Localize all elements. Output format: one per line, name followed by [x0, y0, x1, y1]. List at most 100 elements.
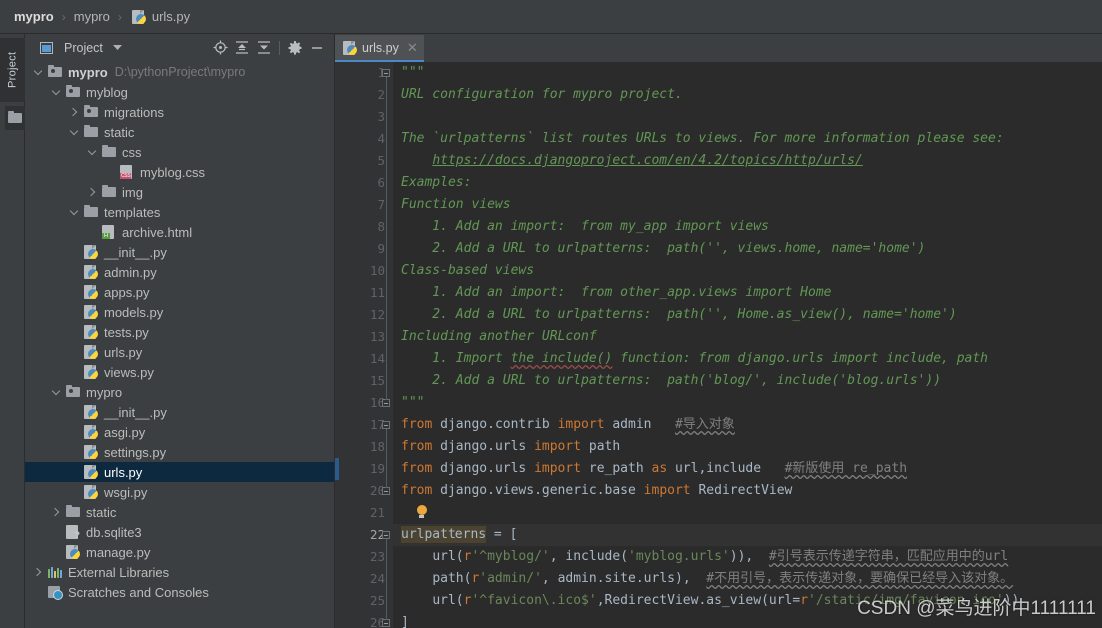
tree-item-views-py[interactable]: views.py — [25, 362, 334, 382]
editor-gutter[interactable]: 1234567891011121314151617181920212223242… — [335, 62, 393, 628]
code-line-15[interactable]: 2. Add a URL to urlpatterns: path('blog/… — [393, 370, 1102, 392]
hide-panel-icon[interactable] — [306, 37, 328, 59]
tree-toggle-down-icon[interactable] — [51, 87, 62, 98]
tree-item-myblog-css[interactable]: myblog.css — [25, 162, 334, 182]
tab-urls-py[interactable]: urls.py ✕ — [335, 35, 424, 62]
tree-item-manage-py[interactable]: manage.py — [25, 542, 334, 562]
code-line-16[interactable]: """ — [393, 392, 1102, 414]
code-line-20[interactable]: from django.views.generic.base import Re… — [393, 480, 1102, 502]
tree-item-label: archive.html — [122, 224, 193, 240]
tree-item-label: static — [104, 124, 135, 140]
tree-item-scratches-and-consoles[interactable]: Scratches and Consoles — [25, 582, 334, 602]
tree-item-wsgi-py[interactable]: wsgi.py — [25, 482, 334, 502]
breadcrumb-item-project[interactable]: mypro — [14, 9, 54, 24]
code-line-7[interactable]: Function views — [393, 194, 1102, 216]
code-line-17[interactable]: from django.contrib import admin #导入对象 — [393, 414, 1102, 436]
tool-window-button-project[interactable]: Project — [0, 38, 25, 102]
chevron-down-icon[interactable] — [107, 37, 129, 59]
tree-toggle-down-icon[interactable] — [33, 67, 44, 78]
tree-item-img[interactable]: img — [25, 182, 334, 202]
tree-item-static[interactable]: static — [25, 502, 334, 522]
tree-toggle-right-icon[interactable] — [33, 567, 44, 578]
project-tree[interactable]: mypro D:\pythonProject\mypro myblog migrati… — [25, 61, 334, 628]
tree-item--init-py[interactable]: __init__.py — [25, 402, 334, 422]
breadcrumb-item-package[interactable]: mypro — [74, 9, 110, 24]
tree-item-label: myblog.css — [140, 164, 206, 180]
main-split: Project Project mypro D:\pythonProject\m… — [0, 34, 1102, 628]
code-line-21[interactable] — [393, 502, 1102, 524]
tree-item-migrations[interactable]: migrations — [25, 102, 334, 122]
code-line-11[interactable]: 1. Add an import: from other_app.views i… — [393, 282, 1102, 304]
tree-item--init-py[interactable]: __init__.py — [25, 242, 334, 262]
line-number: 24 — [369, 571, 385, 586]
code-editor[interactable]: 1234567891011121314151617181920212223242… — [335, 62, 1102, 628]
python-file-icon — [83, 344, 100, 360]
code-text[interactable]: """ URL configuration for mypro project. T… — [393, 62, 1102, 628]
tree-item-mypro[interactable]: mypro D:\pythonProject\mypro — [25, 62, 334, 82]
tree-toggle-right-icon[interactable] — [87, 187, 98, 198]
tree-item-css[interactable]: css — [25, 142, 334, 162]
tree-item-db-sqlite3[interactable]: db.sqlite3 — [25, 522, 334, 542]
expand-all-icon[interactable] — [231, 37, 253, 59]
code-line-4[interactable]: The `urlpatterns` list routes URLs to vi… — [393, 128, 1102, 150]
tree-item-templates[interactable]: templates — [25, 202, 334, 222]
code-line-3[interactable] — [393, 106, 1102, 128]
tree-item-label: settings.py — [104, 444, 167, 460]
tree-item-external-libraries[interactable]: External Libraries — [25, 562, 334, 582]
python-file-icon — [83, 464, 100, 480]
tree-item-static[interactable]: static — [25, 122, 334, 142]
tree-item-settings-py[interactable]: settings.py — [25, 442, 334, 462]
project-folder-icon[interactable] — [5, 106, 25, 130]
breadcrumb-item-file[interactable]: urls.py — [152, 9, 190, 24]
close-icon[interactable]: ✕ — [407, 41, 418, 54]
tree-item-label: mypro — [86, 384, 123, 400]
tree-item-label: wsgi.py — [104, 484, 148, 500]
tree-toggle-down-icon[interactable] — [69, 207, 80, 218]
code-line-14[interactable]: 1. Import the include() function: from d… — [393, 348, 1102, 370]
tree-toggle-right-icon[interactable] — [69, 107, 80, 118]
tree-item-tests-py[interactable]: tests.py — [25, 322, 334, 342]
gutter-change-marker[interactable] — [335, 458, 339, 480]
settings-gear-icon[interactable] — [284, 37, 306, 59]
tree-item-label: asgi.py — [104, 424, 146, 440]
code-line-6[interactable]: Examples: — [393, 172, 1102, 194]
code-line-1[interactable]: """ — [393, 62, 1102, 84]
editor-area: urls.py ✕ 123456789101112131415161718192… — [335, 34, 1102, 628]
tree-item-asgi-py[interactable]: asgi.py — [25, 422, 334, 442]
tree-item-urls-py[interactable]: urls.py — [25, 342, 334, 362]
tree-item-apps-py[interactable]: apps.py — [25, 282, 334, 302]
tree-item-label: migrations — [104, 104, 164, 120]
tree-toggle-down-icon[interactable] — [51, 387, 62, 398]
tree-item-admin-py[interactable]: admin.py — [25, 262, 334, 282]
code-line-19[interactable]: from django.urls import re_path as url,i… — [393, 458, 1102, 480]
code-line-23[interactable]: url(r'^myblog/', include('myblog.urls'))… — [393, 546, 1102, 568]
code-line-13[interactable]: Including another URLconf — [393, 326, 1102, 348]
tree-item-models-py[interactable]: models.py — [25, 302, 334, 322]
code-line-24[interactable]: path(r'admin/', admin.site.urls), #不用引号，… — [393, 568, 1102, 590]
tree-item-urls-py[interactable]: urls.py — [25, 462, 334, 482]
code-line-5[interactable]: https://docs.djangoproject.com/en/4.2/to… — [393, 150, 1102, 172]
tree-toggle-down-icon[interactable] — [69, 127, 80, 138]
tree-toggle-down-icon[interactable] — [87, 147, 98, 158]
tree-item-archive-html[interactable]: archive.html — [25, 222, 334, 242]
code-line-10[interactable]: Class-based views — [393, 260, 1102, 282]
code-line-26[interactable]: ] — [393, 612, 1102, 628]
line-number: 18 — [369, 439, 385, 454]
code-line-9[interactable]: 2. Add a URL to urlpatterns: path('', vi… — [393, 238, 1102, 260]
tree-item-mypro[interactable]: mypro — [25, 382, 334, 402]
collapse-all-icon[interactable] — [253, 37, 275, 59]
folder-module-icon — [47, 64, 64, 80]
code-line-12[interactable]: 2. Add a URL to urlpatterns: path('', Ho… — [393, 304, 1102, 326]
code-line-2[interactable]: URL configuration for mypro project. — [393, 84, 1102, 106]
line-number: 10 — [369, 263, 385, 278]
code-line-8[interactable]: 1. Add an import: from my_app import vie… — [393, 216, 1102, 238]
tree-toggle-right-icon[interactable] — [51, 507, 62, 518]
code-line-18[interactable]: from django.urls import path — [393, 436, 1102, 458]
tree-item-myblog[interactable]: myblog — [25, 82, 334, 102]
select-opened-file-icon[interactable] — [209, 37, 231, 59]
code-line-25[interactable]: url(r'^favicon\.ico$',RedirectView.as_vi… — [393, 590, 1102, 612]
intention-bulb-icon[interactable] — [416, 505, 428, 518]
project-view-icon — [35, 37, 57, 59]
code-line-22[interactable]: urlpatterns = [ — [393, 524, 1102, 546]
line-number: 7 — [377, 197, 385, 212]
